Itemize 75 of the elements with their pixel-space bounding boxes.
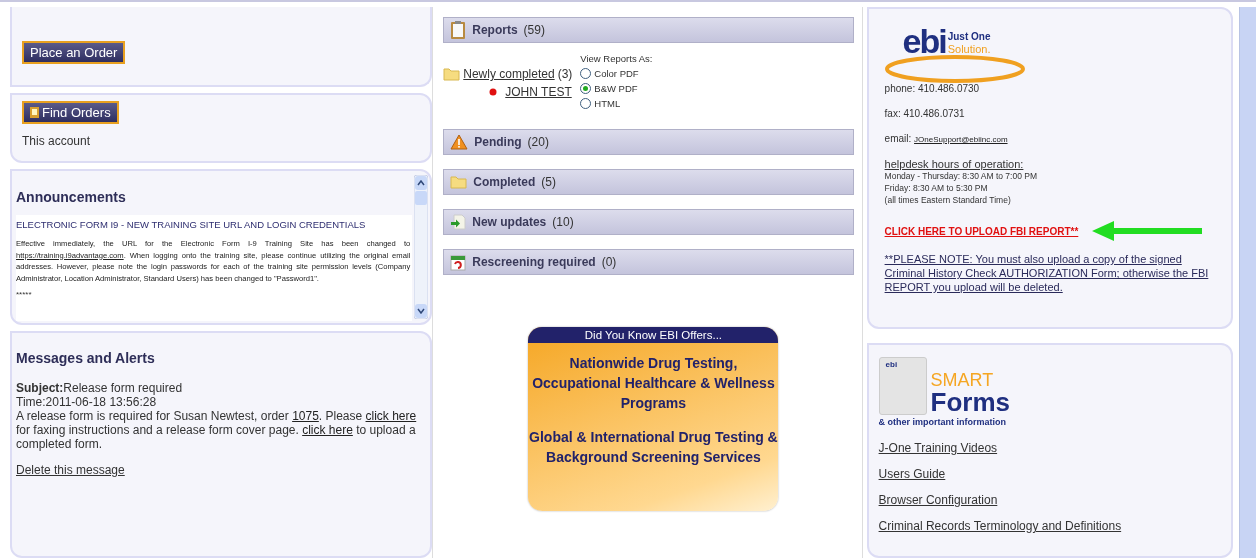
folder-link[interactable]: Newly completed bbox=[463, 67, 555, 81]
resource-link[interactable]: Browser Configuration bbox=[878, 493, 1222, 507]
note-link[interactable]: **PLEASE NOTE: You must also upload a copy of the signed Criminal History Check AUTHORIZATION Form; otherwise the FBI REPORT you upload will be deleted. bbox=[884, 252, 1216, 294]
scrollbar[interactable] bbox=[414, 175, 429, 319]
logo-tagline: & other important information bbox=[878, 417, 1008, 427]
count-text: (20) bbox=[527, 135, 549, 149]
count-text: (10) bbox=[552, 215, 574, 229]
account-text: This account bbox=[22, 134, 92, 148]
delete-link[interactable]: Delete this message bbox=[16, 463, 125, 477]
phone-text: phone: 410.486.0730 bbox=[884, 83, 981, 94]
option-label: Color PDF bbox=[594, 68, 639, 79]
option-label: B&W PDF bbox=[594, 83, 638, 94]
resource-link[interactable]: Criminal Records Terminology and Definitions bbox=[878, 519, 1222, 533]
advert-banner[interactable]: Did You Know EBI Offers... Nationwide Drug Testing, Occupational Healthcare & Wellness Programs Global & International Drug Testing & Background Screening Services bbox=[528, 327, 779, 511]
view-label: View Reports As: bbox=[580, 53, 653, 64]
message-text: A release form is required for Susan Newtest, order 1075. Please click here for faxing instructions and a release form cover page. click here to upload a completed form. bbox=[16, 409, 418, 451]
warning-icon bbox=[450, 134, 469, 150]
text-link[interactable]: click here bbox=[302, 423, 353, 437]
clipboard-icon bbox=[450, 20, 467, 40]
announcement-heading: ELECTRONIC FORM I9 - NEW TRAINING SITE URL AND LOGIN CREDENTIALS bbox=[16, 219, 367, 230]
hours-title: helpdesk hours of operation: bbox=[884, 158, 1025, 170]
count-text: (3) bbox=[557, 67, 573, 81]
section-title: Pending bbox=[474, 135, 522, 149]
count-text: (5) bbox=[541, 175, 556, 189]
radio-button[interactable] bbox=[580, 83, 592, 94]
resource-link[interactable]: Users Guide bbox=[878, 467, 1222, 481]
email-text: email: JOneSupport@ebiinc.com bbox=[884, 133, 1009, 144]
email-link[interactable]: JOneSupport@ebiinc.com bbox=[914, 135, 1008, 144]
document-icon bbox=[30, 107, 39, 118]
logo-mark: ebi bbox=[902, 23, 946, 59]
logo-text: SMART bbox=[930, 371, 995, 389]
section-header[interactable]: Completed (5) bbox=[443, 169, 854, 195]
radio-button[interactable] bbox=[580, 98, 592, 109]
section-title: Announcements bbox=[16, 189, 127, 205]
text-link[interactable]: click here bbox=[365, 409, 417, 423]
logo-text: Solution. bbox=[947, 43, 991, 55]
logo-text: Forms bbox=[930, 389, 1011, 415]
section-header[interactable]: New updates (10) bbox=[443, 209, 854, 235]
section-header[interactable]: Pending (20) bbox=[443, 129, 854, 155]
radio-button[interactable] bbox=[580, 68, 592, 79]
option-label: HTML bbox=[594, 98, 621, 109]
section-title: Reports bbox=[472, 23, 518, 37]
count-text: (0) bbox=[601, 255, 617, 269]
scrollbar[interactable] bbox=[1239, 7, 1256, 558]
arrow-icon bbox=[1092, 220, 1205, 242]
calendar-icon bbox=[450, 253, 467, 271]
report-link[interactable]: JOHN TEST bbox=[505, 85, 572, 99]
hours-text: Monday - Thursday: 8:30 AM to 7:00 PM bbox=[884, 170, 1039, 182]
folder-icon bbox=[443, 67, 461, 81]
advert-text: Global & International Drug Testing & Background Screening Services bbox=[528, 428, 779, 467]
message-time: Time:2011-06-18 13:56:28 bbox=[16, 395, 158, 409]
hours-text: (all times Eastern Standard Time) bbox=[884, 194, 1012, 206]
section-title: Messages and Alerts bbox=[16, 351, 156, 365]
section-header[interactable]: Reports (59) bbox=[443, 17, 854, 43]
section-title: Rescreening required bbox=[472, 255, 596, 269]
logo-text: Just One bbox=[947, 31, 991, 43]
separator-text: ***** bbox=[16, 290, 33, 299]
message-subject: Subject:Release form required bbox=[16, 381, 184, 395]
document-arrow-icon bbox=[450, 214, 467, 230]
folder-icon bbox=[450, 175, 468, 189]
text-link[interactable]: 1075 bbox=[292, 409, 319, 423]
section-title: New updates bbox=[472, 215, 547, 229]
section-title: Completed bbox=[473, 175, 536, 189]
advert-header: Did You Know EBI Offers... bbox=[528, 327, 779, 343]
upload-link[interactable]: CLICK HERE TO UPLOAD FBI REPORT** bbox=[884, 225, 1079, 237]
logo-mark: ebi bbox=[885, 360, 898, 369]
section-header[interactable]: Rescreening required (0) bbox=[443, 249, 854, 275]
count-text: (59) bbox=[523, 23, 545, 37]
place-order-button[interactable]: Place an Order bbox=[22, 41, 126, 64]
fax-text: fax: 410.486.0731 bbox=[884, 108, 966, 119]
hours-text: Friday: 8:30 AM to 5:30 PM bbox=[884, 182, 989, 194]
find-orders-button[interactable]: Find Orders bbox=[22, 101, 119, 124]
status-dot-icon bbox=[489, 88, 498, 96]
resource-link[interactable]: J-One Training Videos bbox=[878, 441, 1222, 455]
advert-text: Nationwide Drug Testing, Occupational Healthcare & Wellness Programs bbox=[531, 354, 776, 413]
